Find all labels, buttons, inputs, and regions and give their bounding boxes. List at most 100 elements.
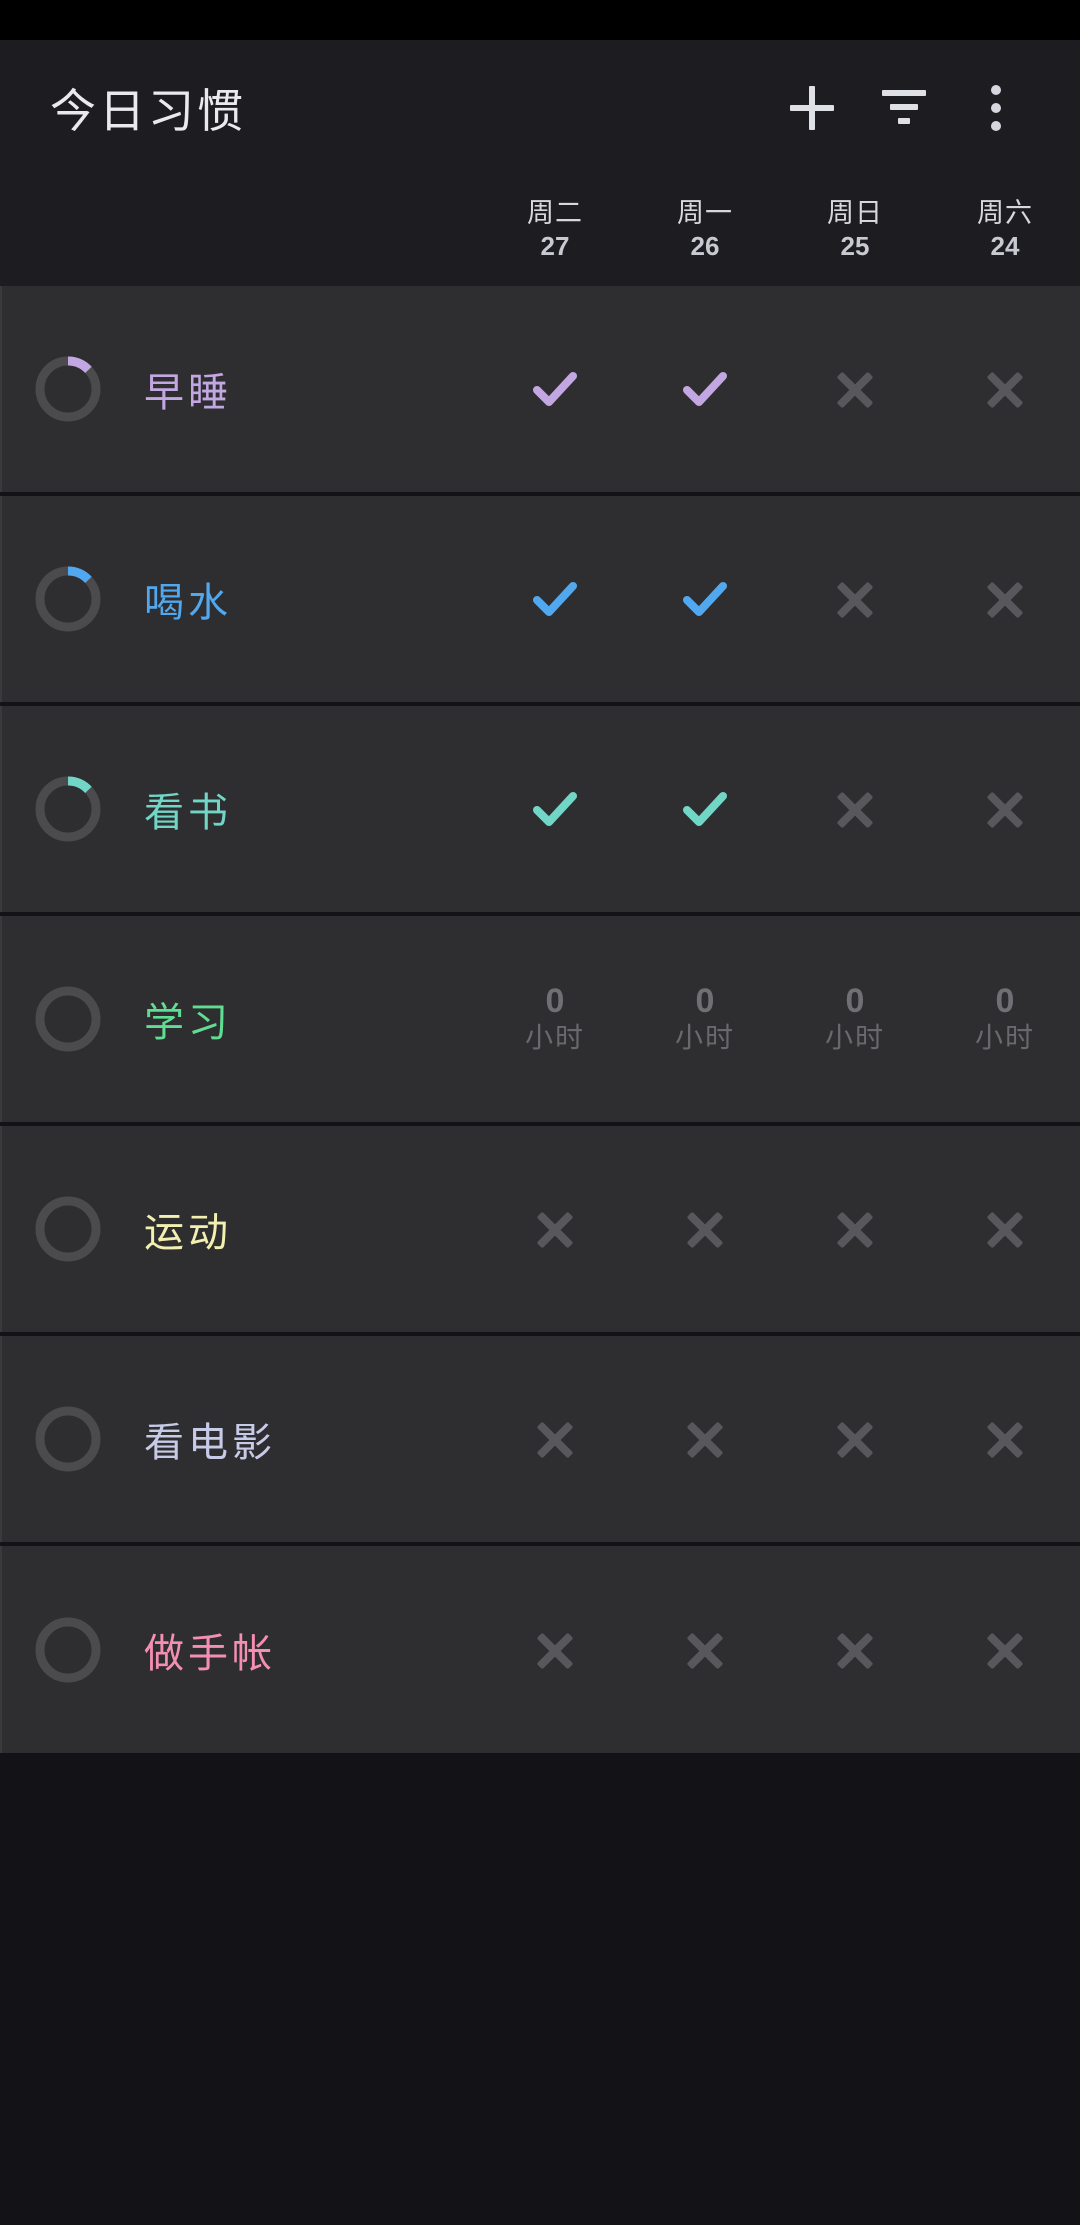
habit-check-cell[interactable]: [630, 783, 780, 835]
habit-cross-cell[interactable]: [780, 1209, 930, 1249]
habit-cross-cell[interactable]: [780, 369, 930, 409]
cross-icon: [835, 1209, 875, 1249]
progress-ring-icon[interactable]: [32, 1403, 104, 1475]
date-column[interactable]: 周日 25: [780, 198, 930, 264]
habit-name: 喝水: [144, 581, 232, 625]
habit-cross-cell[interactable]: [930, 1209, 1080, 1249]
date-weekday: 周六: [977, 198, 1033, 229]
add-habit-button[interactable]: [766, 62, 858, 154]
cross-icon: [685, 1209, 725, 1249]
date-day-number: 25: [840, 231, 870, 262]
habit-name: 看电影: [144, 1421, 276, 1465]
habit-cross-cell[interactable]: [630, 1209, 780, 1249]
hours-unit: 小时: [674, 1021, 735, 1053]
habit-cross-cell[interactable]: [930, 789, 1080, 829]
check-icon: [679, 363, 731, 415]
habit-hours-cell[interactable]: 0 小时: [630, 982, 780, 1056]
progress-ring-icon[interactable]: [32, 1193, 104, 1265]
habit-cross-cell[interactable]: [480, 1209, 630, 1249]
habit-row[interactable]: 运动: [0, 1126, 1080, 1332]
habit-row[interactable]: 喝水: [0, 496, 1080, 702]
habit-cells: 0 小时 0 小时 0 小时 0 小时: [480, 916, 1080, 1122]
filter-icon: [882, 90, 926, 126]
habit-cross-cell[interactable]: [930, 579, 1080, 619]
habit-row-header[interactable]: 喝水: [2, 563, 480, 635]
cross-icon: [835, 579, 875, 619]
habit-cross-cell[interactable]: [480, 1630, 630, 1670]
progress-ring-icon[interactable]: [32, 563, 104, 635]
date-column[interactable]: 周一 26: [630, 198, 780, 264]
cross-icon: [985, 369, 1025, 409]
cross-icon: [685, 1419, 725, 1459]
date-weekday: 周二: [527, 198, 583, 229]
habit-cells: [480, 496, 1080, 702]
habit-name: 早睡: [144, 371, 232, 415]
date-header: 周二 27 周一 26 周日 25 周六 24: [0, 176, 1080, 286]
habit-cross-cell[interactable]: [780, 789, 930, 829]
progress-ring-icon[interactable]: [32, 983, 104, 1055]
habit-row[interactable]: 早睡: [0, 286, 1080, 492]
habit-row-header[interactable]: 做手帐: [2, 1614, 480, 1686]
cross-icon: [835, 789, 875, 829]
plus-icon: [790, 86, 834, 130]
habit-hours-cell[interactable]: 0 小时: [780, 982, 930, 1056]
habit-cross-cell[interactable]: [930, 369, 1080, 409]
habit-name: 学习: [144, 1001, 232, 1045]
hours-value: 0: [845, 981, 865, 1020]
habit-cells: [480, 286, 1080, 492]
habit-check-cell[interactable]: [480, 783, 630, 835]
habit-row[interactable]: 看电影: [0, 1336, 1080, 1542]
habit-row[interactable]: 看书: [0, 706, 1080, 912]
check-icon: [529, 783, 581, 835]
cross-icon: [985, 1630, 1025, 1670]
habit-row-header[interactable]: 看书: [2, 773, 480, 845]
habit-row-header[interactable]: 运动: [2, 1193, 480, 1265]
page-title: 今日习惯: [50, 85, 246, 137]
habit-check-cell[interactable]: [480, 573, 630, 625]
habit-hours-cell[interactable]: 0 小时: [480, 982, 630, 1056]
habit-check-cell[interactable]: [630, 363, 780, 415]
hours-unit: 小时: [974, 1021, 1035, 1053]
date-weekday: 周一: [677, 198, 733, 229]
habit-cross-cell[interactable]: [780, 1630, 930, 1670]
progress-ring-icon[interactable]: [32, 353, 104, 425]
habit-cross-cell[interactable]: [930, 1419, 1080, 1459]
habit-cells: [480, 706, 1080, 912]
habit-cross-cell[interactable]: [780, 579, 930, 619]
habit-row-header[interactable]: 早睡: [2, 353, 480, 425]
cross-icon: [835, 1419, 875, 1459]
date-column[interactable]: 周六 24: [930, 198, 1080, 264]
habit-check-cell[interactable]: [630, 573, 780, 625]
habit-row[interactable]: 做手帐: [0, 1546, 1080, 1753]
date-day-number: 27: [540, 231, 570, 262]
habit-cross-cell[interactable]: [780, 1419, 930, 1459]
filter-button[interactable]: [858, 62, 950, 154]
more-vertical-icon: [991, 85, 1001, 131]
progress-ring-icon[interactable]: [32, 1614, 104, 1686]
habit-name: 看书: [144, 791, 232, 835]
cross-icon: [835, 369, 875, 409]
date-day-number: 24: [990, 231, 1020, 262]
habit-row[interactable]: 学习 0 小时 0 小时 0 小时 0 小时: [0, 916, 1080, 1122]
habit-row-header[interactable]: 看电影: [2, 1403, 480, 1475]
habit-cross-cell[interactable]: [630, 1630, 780, 1670]
habit-cross-cell[interactable]: [630, 1419, 780, 1459]
progress-ring-icon[interactable]: [32, 773, 104, 845]
date-day-number: 26: [690, 231, 720, 262]
hours-value: 0: [695, 981, 715, 1020]
habit-hours-cell[interactable]: 0 小时: [930, 982, 1080, 1056]
habit-check-cell[interactable]: [480, 363, 630, 415]
habit-cells: [480, 1336, 1080, 1542]
cross-icon: [535, 1630, 575, 1670]
cross-icon: [535, 1209, 575, 1249]
check-icon: [529, 363, 581, 415]
habit-cross-cell[interactable]: [930, 1630, 1080, 1670]
check-icon: [679, 783, 731, 835]
date-column[interactable]: 周二 27: [480, 198, 630, 264]
hours-unit: 小时: [524, 1021, 585, 1053]
overflow-menu-button[interactable]: [950, 62, 1042, 154]
date-columns: 周二 27 周一 26 周日 25 周六 24: [480, 198, 1080, 264]
habit-cross-cell[interactable]: [480, 1419, 630, 1459]
habit-row-header[interactable]: 学习: [2, 983, 480, 1055]
habit-name: 做手帐: [144, 1631, 276, 1676]
